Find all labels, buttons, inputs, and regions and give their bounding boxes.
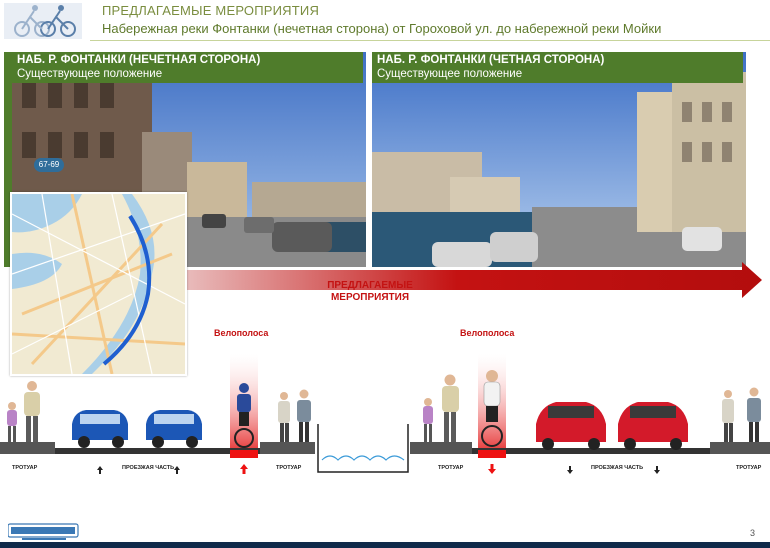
sidewalk-right bbox=[710, 442, 770, 454]
page-number: 3 bbox=[750, 528, 756, 538]
sidewalk-mid-right bbox=[410, 442, 472, 454]
blue-car-icon bbox=[72, 410, 128, 448]
page-subtitle: Набережная реки Фонтанки (нечетная сторо… bbox=[102, 21, 662, 36]
caption-title: НАБ. Р. ФОНТАНКИ (ЧЕТНАЯ СТОРОНА) bbox=[377, 54, 605, 66]
pedestrians-right-icon bbox=[722, 387, 761, 442]
arrow-label-line2: МЕРОПРИЯТИЯ bbox=[330, 292, 410, 303]
red-car-icon bbox=[618, 402, 688, 450]
label-roadway-right: ПРОЕЗЖАЯ ЧАСТЬ bbox=[591, 465, 644, 471]
caption-odd-side: НАБ. Р. ФОНТАНКИ (НЕЧЕТНАЯ СТОРОНА) Суще… bbox=[12, 52, 363, 83]
caption-even-side: НАБ. Р. ФОНТАНКИ (ЧЕТНАЯ СТОРОНА) Сущест… bbox=[372, 52, 743, 83]
label-sidewalk-mid-left: ТРОТУАР bbox=[276, 465, 302, 471]
sidewalk-left bbox=[0, 442, 55, 454]
bike-lane-label-right: Велополоса bbox=[460, 328, 515, 338]
arrow-label-line1: ПРЕДЛАГАЕМЫЕ bbox=[327, 280, 413, 291]
footer-bar bbox=[0, 542, 770, 548]
label-sidewalk-mid-right: ТРОТУАР bbox=[438, 465, 464, 471]
caption-subtitle: Существующее положение bbox=[377, 68, 523, 80]
company-logo-icon bbox=[8, 523, 79, 540]
street-cross-section bbox=[0, 354, 770, 474]
bike-direction-down-arrow-icon bbox=[488, 464, 496, 474]
water-waves bbox=[321, 455, 405, 461]
pedestrians-mid-right-icon bbox=[423, 374, 459, 442]
arrow-label: ПРЕДЛАГАЕМЫЕ МЕРОПРИЯТИЯ bbox=[290, 280, 450, 304]
cyclists-logo-icon bbox=[4, 3, 82, 39]
page-title: ПРЕДЛАГАЕМЫЕ МЕРОПРИЯТИЯ bbox=[102, 3, 320, 18]
label-sidewalk-left: ТРОТУАР bbox=[12, 465, 38, 471]
pedestrians-mid-left-icon bbox=[278, 389, 311, 442]
bike-lane-marker-right bbox=[478, 450, 506, 458]
label-sidewalk-right: ТРОТУАР bbox=[736, 465, 762, 471]
bike-direction-up-arrow-icon bbox=[240, 464, 248, 474]
pedestrians-left-icon bbox=[7, 381, 40, 442]
sidewalk-mid-left bbox=[260, 442, 315, 454]
header-divider bbox=[90, 40, 770, 41]
bike-lane-marker-left bbox=[230, 450, 258, 458]
blue-car-icon bbox=[146, 410, 202, 448]
house-number-badge: 67-69 bbox=[34, 158, 64, 172]
street-photo-right bbox=[372, 52, 746, 267]
photo-even-side: НАБ. Р. ФОНТАНКИ (ЧЕТНАЯ СТОРОНА) Сущест… bbox=[372, 52, 746, 267]
caption-subtitle: Существующее положение bbox=[17, 68, 163, 80]
red-car-icon bbox=[536, 402, 606, 450]
canal-walls bbox=[317, 424, 409, 473]
caption-title: НАБ. Р. ФОНТАНКИ (НЕЧЕТНАЯ СТОРОНА) bbox=[17, 54, 261, 66]
label-roadway-left: ПРОЕЗЖАЯ ЧАСТЬ bbox=[122, 465, 175, 471]
bike-lane-label-left: Велополоса bbox=[214, 328, 269, 338]
header: ПРЕДЛАГАЕМЫЕ МЕРОПРИЯТИЯ Набережная реки… bbox=[0, 0, 770, 42]
